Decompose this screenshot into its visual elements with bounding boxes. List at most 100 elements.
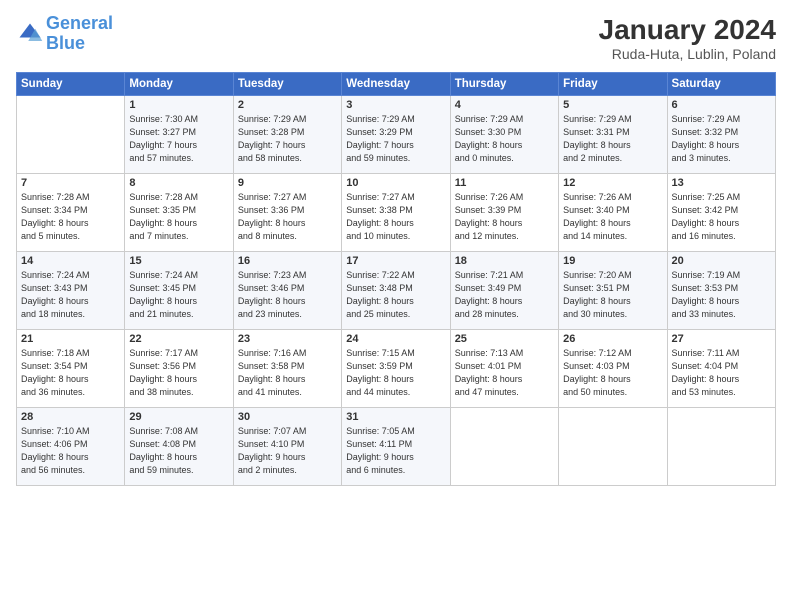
day-number: 16 <box>238 255 337 267</box>
day-info: Sunrise: 7:22 AMSunset: 3:48 PMDaylight:… <box>346 269 445 321</box>
day-number: 5 <box>563 99 662 111</box>
day-number: 23 <box>238 333 337 345</box>
day-cell: 28 Sunrise: 7:10 AMSunset: 4:06 PMDayligh… <box>17 408 125 486</box>
day-number: 2 <box>238 99 337 111</box>
day-number: 8 <box>129 177 228 189</box>
day-info: Sunrise: 7:10 AMSunset: 4:06 PMDaylight:… <box>21 425 120 477</box>
logo: General Blue <box>16 14 113 54</box>
col-header-wednesday: Wednesday <box>342 73 450 96</box>
day-info: Sunrise: 7:30 AMSunset: 3:27 PMDaylight:… <box>129 113 228 165</box>
day-info: Sunrise: 7:29 AMSunset: 3:31 PMDaylight:… <box>563 113 662 165</box>
day-number: 21 <box>21 333 120 345</box>
day-info: Sunrise: 7:08 AMSunset: 4:08 PMDaylight:… <box>129 425 228 477</box>
title-block: January 2024 Ruda-Huta, Lublin, Poland <box>599 14 776 62</box>
day-cell: 29 Sunrise: 7:08 AMSunset: 4:08 PMDayligh… <box>125 408 233 486</box>
day-cell: 5 Sunrise: 7:29 AMSunset: 3:31 PMDaylight… <box>559 96 667 174</box>
day-number: 14 <box>21 255 120 267</box>
week-row-2: 14Sunrise: 7:24 AMSunset: 3:43 PMDayligh… <box>17 252 776 330</box>
logo-line1: General <box>46 13 113 33</box>
day-number: 30 <box>238 411 337 423</box>
day-info: Sunrise: 7:19 AMSunset: 3:53 PMDaylight:… <box>672 269 771 321</box>
col-header-friday: Friday <box>559 73 667 96</box>
day-info: Sunrise: 7:29 AMSunset: 3:28 PMDaylight:… <box>238 113 337 165</box>
col-header-tuesday: Tuesday <box>233 73 341 96</box>
day-number: 19 <box>563 255 662 267</box>
day-info: Sunrise: 7:16 AMSunset: 3:58 PMDaylight:… <box>238 347 337 399</box>
day-cell: 15Sunrise: 7:24 AMSunset: 3:45 PMDayligh… <box>125 252 233 330</box>
day-info: Sunrise: 7:28 AMSunset: 3:35 PMDaylight:… <box>129 191 228 243</box>
day-cell <box>559 408 667 486</box>
day-info: Sunrise: 7:28 AMSunset: 3:34 PMDaylight:… <box>21 191 120 243</box>
day-cell: 21 Sunrise: 7:18 AMSunset: 3:54 PMDayligh… <box>17 330 125 408</box>
day-cell: 20 Sunrise: 7:19 AMSunset: 3:53 PMDayligh… <box>667 252 775 330</box>
day-cell: 31 Sunrise: 7:05 AMSunset: 4:11 PMDayligh… <box>342 408 450 486</box>
day-info: Sunrise: 7:12 AMSunset: 4:03 PMDaylight:… <box>563 347 662 399</box>
day-cell: 2 Sunrise: 7:29 AMSunset: 3:28 PMDaylight… <box>233 96 341 174</box>
page: General Blue January 2024 Ruda-Huta, Lub… <box>0 0 792 612</box>
day-number: 20 <box>672 255 771 267</box>
day-cell: 8 Sunrise: 7:28 AMSunset: 3:35 PMDaylight… <box>125 174 233 252</box>
day-cell: 14Sunrise: 7:24 AMSunset: 3:43 PMDayligh… <box>17 252 125 330</box>
col-header-thursday: Thursday <box>450 73 558 96</box>
location: Ruda-Huta, Lublin, Poland <box>599 46 776 62</box>
day-info: Sunrise: 7:18 AMSunset: 3:54 PMDaylight:… <box>21 347 120 399</box>
day-info: Sunrise: 7:25 AMSunset: 3:42 PMDaylight:… <box>672 191 771 243</box>
day-number: 15 <box>129 255 228 267</box>
day-cell: 23 Sunrise: 7:16 AMSunset: 3:58 PMDayligh… <box>233 330 341 408</box>
day-cell: 9Sunrise: 7:27 AMSunset: 3:36 PMDaylight… <box>233 174 341 252</box>
day-info: Sunrise: 7:27 AMSunset: 3:38 PMDaylight:… <box>346 191 445 243</box>
day-cell: 10 Sunrise: 7:27 AMSunset: 3:38 PMDayligh… <box>342 174 450 252</box>
day-info: Sunrise: 7:17 AMSunset: 3:56 PMDaylight:… <box>129 347 228 399</box>
day-cell: 13 Sunrise: 7:25 AMSunset: 3:42 PMDayligh… <box>667 174 775 252</box>
day-info: Sunrise: 7:07 AMSunset: 4:10 PMDaylight:… <box>238 425 337 477</box>
day-cell: 7Sunrise: 7:28 AMSunset: 3:34 PMDaylight… <box>17 174 125 252</box>
col-header-saturday: Saturday <box>667 73 775 96</box>
day-number: 22 <box>129 333 228 345</box>
logo-line2: Blue <box>46 33 85 53</box>
day-number: 31 <box>346 411 445 423</box>
day-info: Sunrise: 7:26 AMSunset: 3:40 PMDaylight:… <box>563 191 662 243</box>
day-cell: 1 Sunrise: 7:30 AMSunset: 3:27 PMDaylight… <box>125 96 233 174</box>
week-row-3: 21 Sunrise: 7:18 AMSunset: 3:54 PMDayligh… <box>17 330 776 408</box>
day-cell <box>450 408 558 486</box>
day-number: 28 <box>21 411 120 423</box>
day-cell: 24 Sunrise: 7:15 AMSunset: 3:59 PMDayligh… <box>342 330 450 408</box>
day-cell: 11Sunrise: 7:26 AMSunset: 3:39 PMDayligh… <box>450 174 558 252</box>
day-number: 1 <box>129 99 228 111</box>
calendar-table: SundayMondayTuesdayWednesdayThursdayFrid… <box>16 72 776 486</box>
day-info: Sunrise: 7:29 AMSunset: 3:29 PMDaylight:… <box>346 113 445 165</box>
day-cell: 6 Sunrise: 7:29 AMSunset: 3:32 PMDaylight… <box>667 96 775 174</box>
day-cell: 22 Sunrise: 7:17 AMSunset: 3:56 PMDayligh… <box>125 330 233 408</box>
header-row: SundayMondayTuesdayWednesdayThursdayFrid… <box>17 73 776 96</box>
day-number: 13 <box>672 177 771 189</box>
day-cell: 3Sunrise: 7:29 AMSunset: 3:29 PMDaylight… <box>342 96 450 174</box>
week-row-1: 7Sunrise: 7:28 AMSunset: 3:34 PMDaylight… <box>17 174 776 252</box>
day-number: 17 <box>346 255 445 267</box>
day-number: 10 <box>346 177 445 189</box>
day-info: Sunrise: 7:23 AMSunset: 3:46 PMDaylight:… <box>238 269 337 321</box>
day-cell: 27Sunrise: 7:11 AMSunset: 4:04 PMDayligh… <box>667 330 775 408</box>
day-cell: 12Sunrise: 7:26 AMSunset: 3:40 PMDayligh… <box>559 174 667 252</box>
day-number: 26 <box>563 333 662 345</box>
day-info: Sunrise: 7:05 AMSunset: 4:11 PMDaylight:… <box>346 425 445 477</box>
day-number: 29 <box>129 411 228 423</box>
day-number: 6 <box>672 99 771 111</box>
day-number: 4 <box>455 99 554 111</box>
day-cell: 26 Sunrise: 7:12 AMSunset: 4:03 PMDayligh… <box>559 330 667 408</box>
day-info: Sunrise: 7:13 AMSunset: 4:01 PMDaylight:… <box>455 347 554 399</box>
day-cell: 18Sunrise: 7:21 AMSunset: 3:49 PMDayligh… <box>450 252 558 330</box>
day-info: Sunrise: 7:29 AMSunset: 3:30 PMDaylight:… <box>455 113 554 165</box>
day-cell: 30 Sunrise: 7:07 AMSunset: 4:10 PMDayligh… <box>233 408 341 486</box>
day-info: Sunrise: 7:20 AMSunset: 3:51 PMDaylight:… <box>563 269 662 321</box>
day-number: 11 <box>455 177 554 189</box>
day-cell: 25 Sunrise: 7:13 AMSunset: 4:01 PMDayligh… <box>450 330 558 408</box>
day-info: Sunrise: 7:15 AMSunset: 3:59 PMDaylight:… <box>346 347 445 399</box>
day-info: Sunrise: 7:29 AMSunset: 3:32 PMDaylight:… <box>672 113 771 165</box>
day-cell: 17 Sunrise: 7:22 AMSunset: 3:48 PMDayligh… <box>342 252 450 330</box>
day-number: 24 <box>346 333 445 345</box>
day-number: 25 <box>455 333 554 345</box>
day-cell: 16 Sunrise: 7:23 AMSunset: 3:46 PMDayligh… <box>233 252 341 330</box>
week-row-4: 28 Sunrise: 7:10 AMSunset: 4:06 PMDayligh… <box>17 408 776 486</box>
logo-icon <box>16 20 44 48</box>
day-info: Sunrise: 7:21 AMSunset: 3:49 PMDaylight:… <box>455 269 554 321</box>
